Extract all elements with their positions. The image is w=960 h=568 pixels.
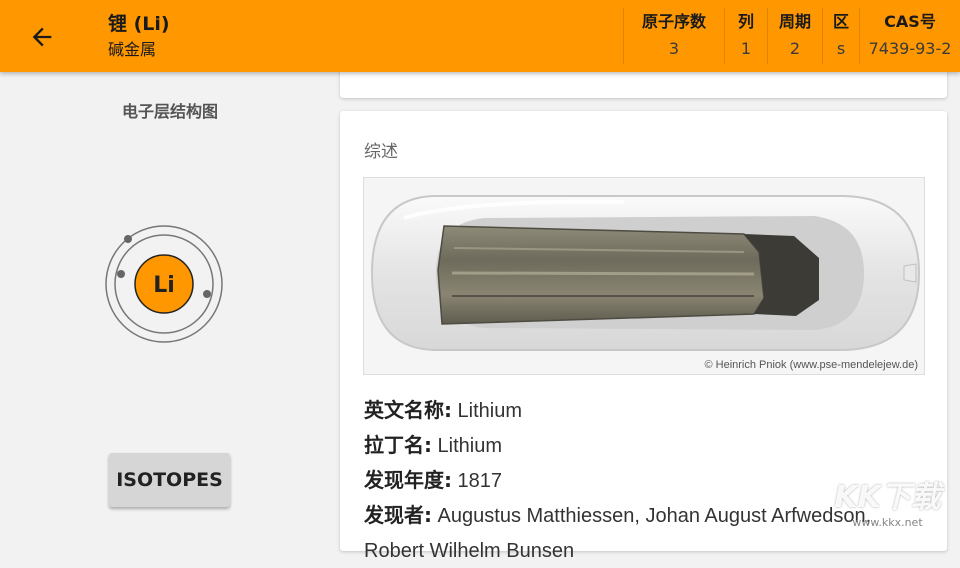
isotopes-button[interactable]: ISOTOPES	[109, 453, 230, 507]
element-title-block: 锂 (Li) 碱金属	[108, 12, 170, 62]
info-label: 发现者:	[364, 503, 432, 527]
prop-label: 列	[737, 12, 754, 31]
prop-value: 7439-93-2	[868, 39, 952, 58]
prop-label: 原子序数	[641, 12, 706, 31]
info-value: Lithium	[452, 400, 523, 422]
lithium-ampoule-image	[364, 178, 924, 374]
photo-credit: © Heinrich Pniok (www.pse-mendelejew.de)	[704, 359, 918, 371]
prop-block: 区 s	[822, 8, 859, 64]
electron-dot	[203, 290, 211, 298]
info-value: Lithium	[432, 435, 503, 457]
prop-value: 2	[789, 39, 801, 58]
prop-label: CAS号	[884, 12, 936, 31]
prop-period: 周期 2	[767, 8, 822, 64]
electron-dot	[124, 235, 132, 243]
prop-label: 区	[832, 12, 849, 31]
arrow-left-icon	[32, 27, 52, 47]
element-photo: © Heinrich Pniok (www.pse-mendelejew.de)	[363, 177, 925, 375]
left-pane: 电子层结构图 Li ISOTOPES	[0, 72, 330, 540]
info-value: Robert Wilhelm Bunsen	[364, 540, 575, 562]
nucleus-symbol: Li	[153, 273, 175, 298]
prop-cas: CAS号 7439-93-2	[859, 8, 960, 64]
app-bar: 锂 (Li) 碱金属 原子序数 3 列 1 周期 2 区 s CAS号 7439…	[0, 0, 960, 72]
overview-card: 综述 © Heinrich Pniok (www.pse-mendelejew.…	[340, 111, 947, 562]
electron-dot	[117, 270, 125, 278]
discoverer-row-continued: Robert Wilhelm Bunsen	[364, 533, 944, 568]
info-label: 英文名称:	[364, 398, 452, 422]
back-button[interactable]	[22, 18, 62, 56]
element-category: 碱金属	[108, 40, 157, 59]
element-properties: 原子序数 3 列 1 周期 2 区 s CAS号 7439-93-2	[623, 8, 960, 64]
electron-shell-diagram: Li	[105, 225, 223, 343]
info-value: 1817	[452, 470, 503, 492]
latin-name-row: 拉丁名: Lithium	[364, 428, 944, 463]
discovery-year-row: 发现年度: 1817	[364, 463, 944, 498]
info-value: Augustus Matthiessen, Johan August Arfwe…	[432, 505, 872, 527]
discoverer-row: 发现者: Augustus Matthiessen, Johan August …	[364, 498, 944, 533]
prop-atomic-number: 原子序数 3	[623, 8, 724, 64]
prop-value: 3	[668, 39, 680, 58]
prop-label: 周期	[778, 12, 811, 31]
prop-value: s	[836, 39, 846, 58]
prop-value: 1	[740, 39, 752, 58]
overview-info-list: 英文名称: Lithium 拉丁名: Lithium 发现年度: 1817 发现…	[364, 393, 944, 568]
prop-group: 列 1	[724, 8, 767, 64]
overview-title: 综述	[364, 142, 398, 162]
element-title: 锂 (Li)	[108, 13, 170, 35]
shell-diagram-title: 电子层结构图	[121, 102, 218, 121]
info-label: 拉丁名:	[364, 433, 432, 457]
english-name-row: 英文名称: Lithium	[364, 393, 944, 428]
info-label: 发现年度:	[364, 468, 452, 492]
